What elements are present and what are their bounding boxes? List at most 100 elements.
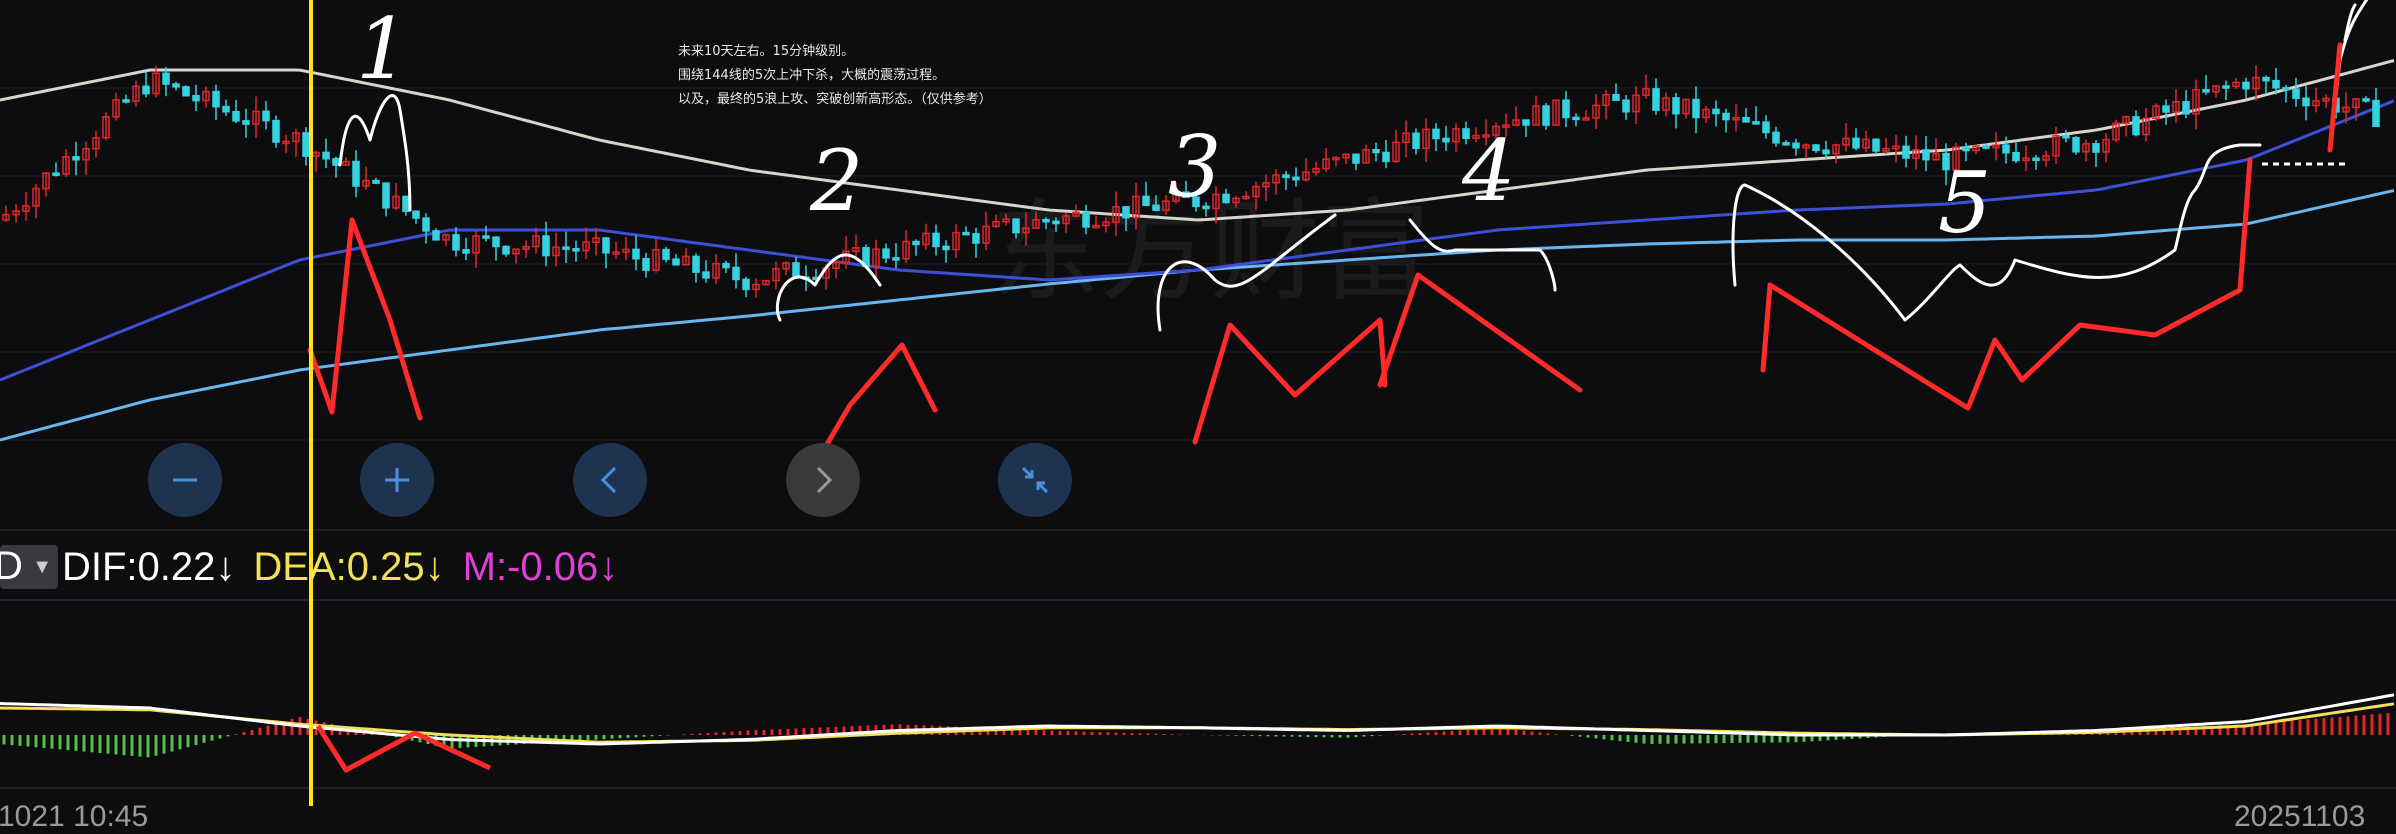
dif-arrow-icon: ↓ [215,544,236,589]
candle-body [1652,88,1660,111]
macd-stats-bar: D ▼ DIF:0.22↓ DEA:0.25↓ M:-0.06↓ [0,532,636,602]
m-stat: M:-0.06↓ [463,545,619,590]
candle-body [1382,151,1390,163]
candle-body [672,258,680,266]
time-axis-left-label: 1021 10:45 [0,800,149,833]
candle-body [962,231,970,236]
candle-body [1352,153,1360,164]
candle-body [792,262,800,278]
candle-body [1152,204,1160,211]
candle-body [1222,193,1230,204]
wave-label-4: 4 [1461,122,1515,220]
indicator-selector[interactable]: D ▼ [0,544,58,589]
candle-body [262,110,270,122]
candle-body [192,94,200,102]
candle-body [2202,89,2210,93]
candle-body [2282,87,2290,91]
candle-body [52,172,60,176]
dea-arrow-icon: ↓ [424,544,445,589]
candle-body [142,85,150,95]
candle-body [2032,157,2040,161]
candle-body [502,245,510,255]
candle-body [732,266,740,281]
zoom-out-button[interactable] [148,443,222,517]
candle-body [172,83,180,88]
candle-body [1562,99,1570,119]
candle-body [1922,149,1930,161]
candle-body [912,240,920,246]
annotation-note: 未来10天左右。15分钟级别。 围绕144线的5次上冲下杀，大概的震荡过程。 以… [678,40,992,112]
candle-body [742,278,750,291]
candle-body [122,99,130,103]
dea-value: DEA:0.25 [253,544,425,589]
wave-label-3: 3 [1168,118,1221,216]
candle-body [1852,137,1860,149]
candle-body [722,262,730,269]
candle-body [1082,211,1090,228]
chart-canvas[interactable]: 东方财富 1 2 3 4 5 [0,0,2396,816]
candle-body [182,86,190,97]
candle-body [542,235,550,257]
candle-body [1722,112,1730,121]
candle-body [1572,116,1580,121]
candle-body [382,182,390,209]
candle-body [402,195,410,213]
candle-body [602,237,610,254]
candle-body [1052,220,1060,225]
candle-body [1792,142,1800,149]
candle-body [2302,97,2310,107]
candle-body [942,245,950,251]
scroll-right-button[interactable] [786,443,860,517]
candle-body [1122,206,1130,219]
candle-body [242,120,250,125]
zoom-in-button[interactable] [360,443,434,517]
candle-body [2242,81,2250,90]
candle-body [2222,85,2230,89]
candle-body [1712,108,1720,115]
candle-body [2012,152,2020,162]
m-value: M:-0.06 [462,544,599,589]
scroll-left-button[interactable] [573,443,647,517]
candle-body [1692,98,1700,119]
candle-body [1282,174,1290,179]
candle-body [452,234,460,251]
candle-body [632,248,640,260]
candle-body [1412,132,1420,150]
plus-icon [385,468,409,492]
candle-body [1432,128,1440,140]
candle-body [932,232,940,248]
chevron-right-icon [816,466,833,494]
candle-body [72,156,80,161]
candle-body [2002,144,2010,154]
candle-body [212,90,220,108]
candle-body [1772,131,1780,144]
dea-stat: DEA:0.25↓ [253,545,444,590]
candle-body [2292,88,2300,100]
note-line-2: 围绕144线的5次上冲下杀，大概的震荡过程。 [678,68,946,83]
candle-body [482,235,490,239]
candle-body [1442,137,1450,143]
candle-body [572,248,580,252]
compress-icon [1021,466,1049,494]
chevron-left-icon [600,466,617,494]
candle-body [1622,99,1630,113]
candle-body [352,160,360,187]
minus-icon [173,478,197,482]
candle-body [1822,149,1830,155]
candle-body [1372,148,1380,154]
candle-body [1012,218,1020,234]
candle-body [1762,121,1770,134]
candle-body [2092,143,2100,153]
candle-body [2272,79,2280,89]
candle-body [1522,119,1530,126]
candle-body [272,119,280,143]
reset-zoom-button[interactable] [998,443,1072,517]
note-line-1: 未来10天左右。15分钟级别。 [678,44,855,59]
candle-body [492,236,500,248]
candle-body [222,105,230,113]
candle-body [1612,93,1620,101]
candle-body [1752,121,1760,125]
candle-body [2162,105,2170,113]
wave-label-1: 1 [356,0,409,98]
candle-body [1962,146,1970,152]
